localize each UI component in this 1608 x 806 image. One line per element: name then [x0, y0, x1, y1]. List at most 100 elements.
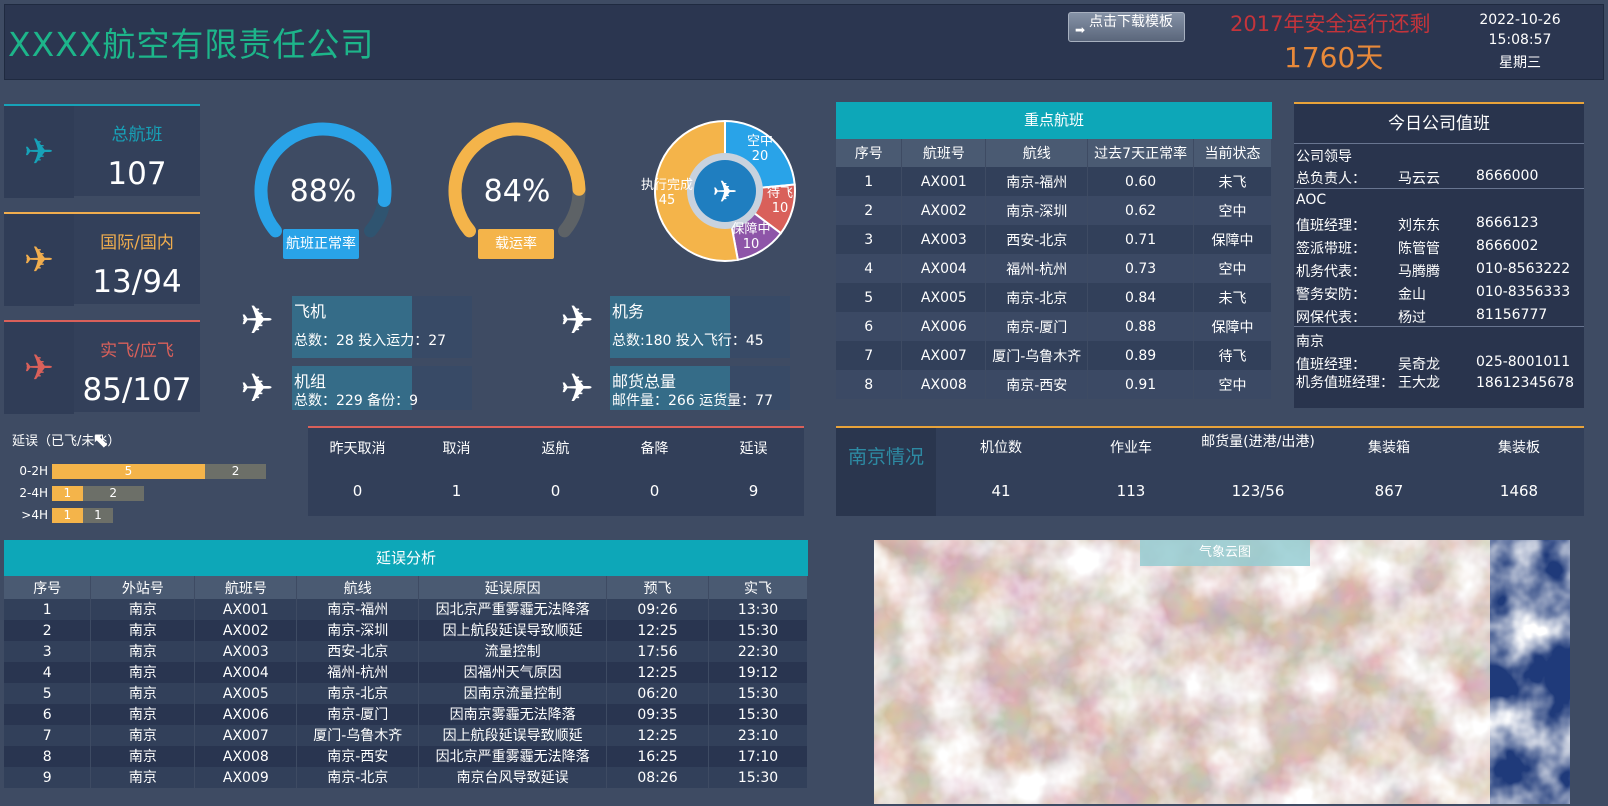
table-cell: 3 — [4, 641, 92, 662]
safety-days: 1760天 — [1284, 41, 1384, 74]
duty-row: 值班经理： 吴奇龙 025-8001011 — [1296, 354, 1571, 373]
table-cell: 4 — [836, 254, 903, 283]
stat-value: 9 — [748, 482, 759, 500]
table-row: 4 AX004 福州-杭州 0.73 空中 — [836, 254, 1272, 283]
divider — [1294, 188, 1584, 189]
table-cell: 0.91 — [1087, 370, 1195, 399]
table-cell: 南京-北京 — [985, 283, 1089, 312]
kpi-label: 总航班 — [111, 125, 163, 145]
key-flights-title: 重点航班 — [836, 102, 1272, 139]
table-cell: 南京 — [90, 746, 196, 767]
weather-map-label: 气象云图 — [1140, 540, 1310, 566]
table-cell: 西安-北京 — [296, 641, 420, 662]
table-cell: 15:30 — [708, 683, 808, 704]
kpi-label: 国际/国内 — [100, 233, 174, 253]
download-template-button[interactable]: ➡ 点击下载模板 — [1068, 12, 1185, 42]
table-cell: 南京 — [90, 704, 196, 725]
table-cell: AX009 — [194, 767, 298, 788]
stat-value: 0 — [550, 482, 561, 500]
table-cell: AX005 — [901, 283, 987, 312]
table-cell: 09:35 — [606, 704, 709, 725]
table-cell: 西安-北京 — [985, 225, 1089, 254]
table-row: 2 南京 AX002 南京-深圳 因上航段延误导致顺延 12:25 15:30 — [4, 620, 808, 641]
kpi-intl-domestic: ✈ 国际/国内 13/94 — [4, 212, 200, 306]
divider — [1294, 326, 1584, 327]
table-cell: 17:56 — [606, 641, 709, 662]
slice-label-servicing: 保障中 10 — [731, 222, 771, 252]
kpi-value: 107 — [107, 156, 167, 192]
table-row: 3 南京 AX003 西安-北京 流量控制 17:56 22:30 — [4, 641, 808, 662]
table-cell: 0.60 — [1087, 167, 1195, 196]
table-cell: 16:25 — [606, 746, 709, 767]
duty-row: 签派带班： 陈管管 8666002 — [1296, 238, 1539, 257]
slice-label-waiting: 待飞 10 — [766, 186, 793, 216]
gauge-label: 航班正常率 — [283, 229, 359, 259]
table-cell: 0.73 — [1087, 254, 1195, 283]
table-cell: AX002 — [901, 196, 987, 225]
key-flights-table: 序号 航班号 航线 过去7天正常率 当前状态 1 AX001 南京-福州 0.60 未飞… — [836, 139, 1272, 399]
table-cell: AX004 — [194, 662, 298, 683]
nanjing-panel: 南京情况 机位数 41 作业车 113 邮货量(进港/出港) 123/56 集装箱 867 集装… — [836, 426, 1584, 516]
table-cell: 未飞 — [1193, 283, 1272, 312]
duty-row: 总负责人： 马云云 8666000 — [1296, 168, 1539, 187]
table-cell: AX003 — [901, 225, 987, 254]
table-cell: 待飞 — [1193, 341, 1272, 370]
delay-analysis-panel: 延误分析 序号 外站号 航班号 航线 延误原因 预飞 实飞 1 南京 AX001 南京… — [4, 540, 808, 788]
table-row: 7 南京 AX007 厦门-乌鲁木齐 因上航段延误导致顺延 12:25 23:10 — [4, 725, 808, 746]
table-cell: 厦门-乌鲁木齐 — [985, 341, 1089, 370]
table-cell: 未飞 — [1193, 167, 1272, 196]
resource-crew: 机组 总数：229 备份：9 — [292, 366, 472, 410]
weekday-text: 星期三 — [1499, 55, 1541, 71]
table-cell: 空中 — [1193, 196, 1272, 225]
table-cell: AX008 — [194, 746, 298, 767]
table-cell: 12:25 — [606, 620, 709, 641]
table-cell: 1 — [836, 167, 903, 196]
table-row: 1 南京 AX001 南京-福州 因北京严重雾霾无法降落 09:26 13:30 — [4, 599, 808, 620]
table-cell: 23:10 — [708, 725, 808, 746]
stat-label: 集装板 — [1498, 440, 1540, 456]
table-cell: 流量控制 — [418, 641, 608, 662]
table-cell: 5 — [836, 283, 903, 312]
table-cell: 因福州天气原因 — [418, 662, 608, 683]
table-cell: AX006 — [194, 704, 298, 725]
table-cell: 0.71 — [1087, 225, 1195, 254]
table-cell: 南京 — [90, 662, 196, 683]
table-cell: 2 — [4, 620, 92, 641]
stat-label: 集装箱 — [1368, 440, 1410, 456]
table-cell: AX004 — [901, 254, 987, 283]
table-row: 6 南京 AX006 南京-厦门 因南京雾霾无法降落 09:35 15:30 — [4, 704, 808, 725]
table-cell: 南京 — [90, 599, 196, 620]
table-cell: 南京 — [90, 620, 196, 641]
table-cell: 因上航段延误导致顺延 — [418, 620, 608, 641]
table-cell: 空中 — [1193, 370, 1272, 399]
table-cell: 22:30 — [708, 641, 808, 662]
stat-label: 作业车 — [1110, 440, 1152, 456]
duty-panel: 今日公司值班 公司领导 总负责人： 马云云 8666000 AOC 值班经理： 刘东东 866… — [1294, 102, 1584, 408]
table-cell: 因南京流量控制 — [418, 683, 608, 704]
resource-aircraft: 飞机 总数：28 投入运力：27 — [292, 296, 472, 358]
table-cell: AX001 — [901, 167, 987, 196]
safety-label: 2017年安全运行还剩 — [1230, 12, 1431, 36]
table-cell: 1 — [4, 599, 92, 620]
table-cell: 7 — [836, 341, 903, 370]
table-cell: AX001 — [194, 599, 298, 620]
resource-maintenance: 机务 总数:180 投入飞行：45 — [610, 296, 790, 358]
table-cell: 0.84 — [1087, 283, 1195, 312]
table-row: 5 南京 AX005 南京-北京 因南京流量控制 06:20 15:30 — [4, 683, 808, 704]
table-row: 6 AX006 南京-厦门 0.88 保障中 — [836, 312, 1272, 341]
table-row: 2 AX002 南京-深圳 0.62 空中 — [836, 196, 1272, 225]
table-cell: 南京-厦门 — [985, 312, 1089, 341]
time-text: 15:08:57 — [1488, 32, 1552, 48]
table-cell: 南京台风导致延误 — [418, 767, 608, 788]
table-cell: 12:25 — [606, 725, 709, 746]
duty-row: 网保代表： 杨过 81156777 — [1296, 307, 1548, 326]
stat-value: 867 — [1374, 482, 1404, 500]
delay-bar-flown: 1 — [52, 486, 83, 501]
table-cell: 空中 — [1193, 254, 1272, 283]
table-cell: 15:30 — [708, 620, 808, 641]
delay-analysis-table: 序号 外站号 航班号 航线 延误原因 预飞 实飞 1 南京 AX001 南京-福州 因北… — [4, 576, 808, 788]
table-cell: 南京-福州 — [296, 599, 420, 620]
duty-row: 值班经理： 刘东东 8666123 — [1296, 215, 1539, 234]
airplane-icon: ✈ — [560, 366, 594, 412]
table-row: 8 南京 AX008 南京-西安 因北京严重雾霾无法降落 16:25 17:10 — [4, 746, 808, 767]
